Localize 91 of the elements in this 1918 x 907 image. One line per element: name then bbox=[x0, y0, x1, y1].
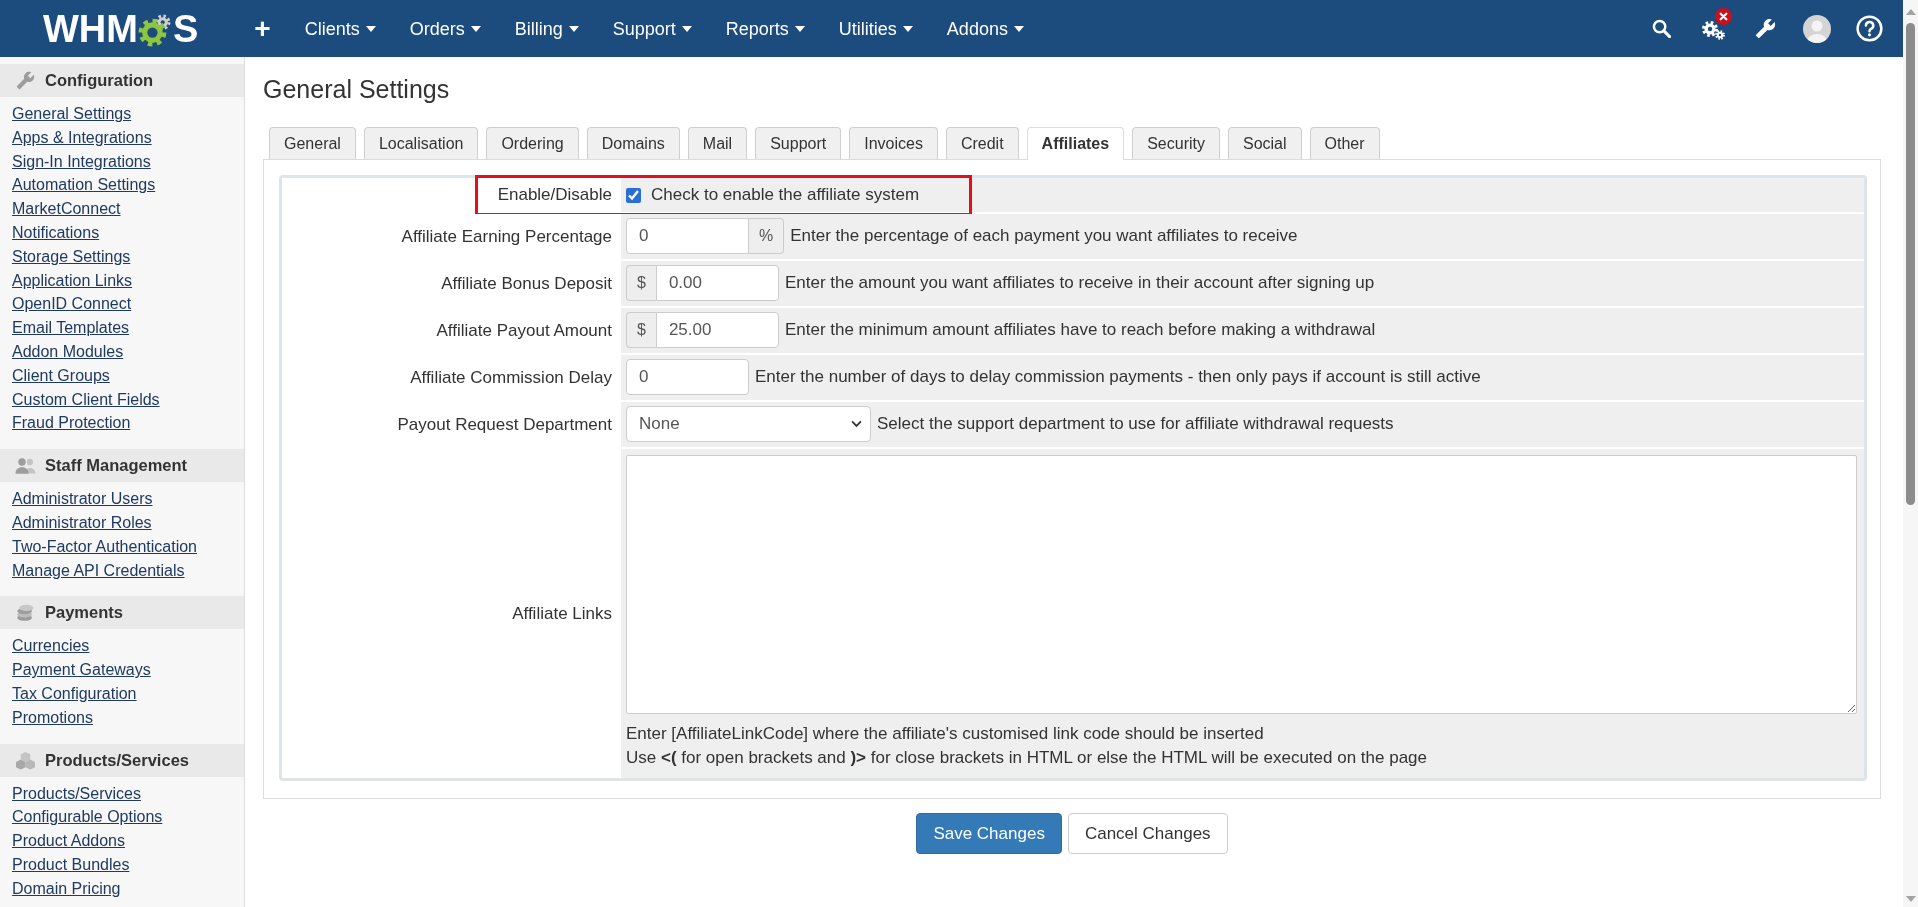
section-title: Payments bbox=[45, 603, 123, 623]
page-title: General Settings bbox=[263, 74, 451, 104]
sidebar-link[interactable]: Application Links bbox=[12, 268, 133, 293]
settings-tab[interactable]: Domains bbox=[586, 127, 680, 159]
sidebar-link[interactable]: Payment Gateways bbox=[12, 658, 151, 682]
sidebar-link[interactable]: Currencies bbox=[12, 634, 90, 659]
settings-tab[interactable]: Social bbox=[1227, 127, 1302, 159]
sidebar-link[interactable]: Email Templates bbox=[12, 316, 130, 340]
sidebar-link[interactable]: Apps & Integrations bbox=[12, 125, 152, 150]
sidebar-link[interactable]: Tax Configuration bbox=[12, 681, 137, 706]
settings-tab[interactable]: Affiliates bbox=[1026, 127, 1125, 160]
checkbox[interactable] bbox=[626, 187, 641, 203]
save-button[interactable]: Save Changes bbox=[916, 813, 1062, 854]
scrollbar-thumb[interactable] bbox=[1906, 23, 1915, 505]
sidebar-link[interactable]: Administrator Users bbox=[12, 487, 153, 511]
settings-tab[interactable]: Credit bbox=[945, 127, 1019, 159]
sidebar-link[interactable]: Storage Settings bbox=[12, 244, 131, 269]
prefix-addon: $ bbox=[626, 265, 656, 301]
nav-menu-link[interactable]: Reports bbox=[708, 16, 822, 41]
section-title: Staff Management bbox=[45, 456, 188, 476]
caret-icon bbox=[681, 25, 692, 32]
dropdown-select[interactable]: None bbox=[626, 406, 871, 442]
settings-tab[interactable]: Invoices bbox=[849, 127, 938, 159]
text-input[interactable]: 25.00 bbox=[655, 312, 779, 348]
help-text: Enter the number of days to delay commission payments - then only pays if account is still active bbox=[755, 366, 1481, 388]
sidebar-link[interactable]: Promotions bbox=[12, 705, 93, 730]
settings-tab[interactable]: Ordering bbox=[486, 127, 579, 159]
text-input[interactable]: 0 bbox=[626, 359, 749, 395]
nav-menu-link[interactable]: Clients bbox=[287, 16, 393, 41]
sidebar-link[interactable]: Notifications bbox=[12, 221, 100, 245]
wrench-icon bbox=[15, 71, 36, 90]
suffix-addon: % bbox=[749, 218, 785, 254]
help-text: Enter the percentage of each payment you want affiliates to receive bbox=[790, 225, 1298, 247]
add-button[interactable]: + bbox=[237, 16, 288, 41]
help-icon[interactable] bbox=[1855, 15, 1883, 42]
settings-tab[interactable]: Other bbox=[1309, 127, 1380, 159]
wrench-icon[interactable] bbox=[1754, 18, 1776, 39]
section-title: Products/Services bbox=[45, 750, 189, 770]
settings-tab[interactable]: Security bbox=[1132, 127, 1220, 159]
sidebar-link[interactable]: OpenID Connect bbox=[12, 292, 132, 317]
caret-icon bbox=[365, 25, 376, 32]
sidebar-link[interactable]: Manage API Credentials bbox=[12, 558, 185, 583]
sidebar-link[interactable]: Addon Modules bbox=[12, 339, 124, 364]
caret-icon bbox=[794, 25, 805, 32]
sidebar-link[interactable]: General Settings bbox=[12, 102, 132, 126]
coins-icon bbox=[15, 603, 36, 623]
sidebar-link[interactable]: Administrator Roles bbox=[12, 510, 152, 535]
sidebar-link[interactable]: Configurable Options bbox=[12, 805, 163, 830]
help-text: Enter the amount you want affiliates to receive in their account after signing up bbox=[784, 272, 1375, 294]
text-input[interactable]: 0 bbox=[626, 218, 749, 254]
sidebar-link[interactable]: Product Bundles bbox=[12, 852, 130, 877]
section-title: Configuration bbox=[45, 71, 154, 90]
chevron-down-icon bbox=[851, 420, 862, 428]
settings-tab[interactable]: General bbox=[269, 127, 356, 159]
sidebar-link[interactable]: Sign-In Integrations bbox=[12, 149, 151, 174]
nav-menu-link[interactable]: Addons bbox=[929, 16, 1041, 41]
search-icon[interactable] bbox=[1651, 19, 1671, 38]
sidebar-link[interactable]: Two-Factor Authentication bbox=[12, 534, 197, 559]
help-text: Select the support department to use for affiliate withdrawal requests bbox=[877, 413, 1394, 435]
help-text: Use <( for open brackets and )> for close brackets in HTML or else the HTML will be executed on the page bbox=[626, 747, 1428, 769]
sidebar-link[interactable]: Custom Client Fields bbox=[12, 387, 160, 412]
caret-icon bbox=[568, 25, 579, 32]
caret-icon bbox=[902, 25, 913, 32]
sidebar-link[interactable]: Client Groups bbox=[12, 363, 110, 388]
sidebar-link[interactable]: Fraud Protection bbox=[12, 411, 131, 436]
sidebar-link[interactable]: Domain Pricing bbox=[12, 876, 121, 901]
text-input[interactable]: 0.00 bbox=[655, 265, 779, 301]
sidebar-link[interactable]: Product Addons bbox=[12, 829, 125, 853]
help-text: Enter [AffiliateLinkCode] where the affiliate's customised link code should be inserted bbox=[626, 723, 1265, 745]
prefix-addon: $ bbox=[626, 312, 656, 348]
help-text: Enter the minimum amount affiliates have to reach before making a withdrawal bbox=[784, 319, 1376, 341]
nav-menu-link[interactable]: Orders bbox=[392, 16, 498, 41]
logo-text: WHM bbox=[43, 8, 138, 49]
caret-icon bbox=[470, 25, 481, 32]
sidebar-link[interactable]: MarketConnect bbox=[12, 197, 121, 221]
settings-tab[interactable]: Support bbox=[755, 127, 842, 159]
nav-menu-link[interactable]: Support bbox=[595, 16, 709, 41]
settings-tab[interactable]: Localisation bbox=[363, 127, 479, 159]
caret-icon bbox=[1013, 25, 1024, 32]
sidebar-link[interactable]: Products/Services bbox=[12, 781, 141, 806]
checkbox-label: Check to enable the affiliate system bbox=[651, 185, 920, 205]
people-icon bbox=[15, 456, 36, 476]
logo-text: S bbox=[172, 8, 199, 49]
gear-logo-icon bbox=[137, 12, 173, 47]
nav-menu-link[interactable]: Billing bbox=[497, 16, 596, 41]
avatar-icon[interactable] bbox=[1803, 14, 1831, 43]
settings-tab[interactable]: Mail bbox=[687, 127, 748, 159]
nav-menu-link[interactable]: Utilities bbox=[821, 16, 930, 41]
cubes-icon bbox=[15, 750, 36, 770]
sidebar-link[interactable]: Automation Settings bbox=[12, 173, 156, 198]
cancel-button[interactable]: Cancel Changes bbox=[1067, 813, 1228, 854]
